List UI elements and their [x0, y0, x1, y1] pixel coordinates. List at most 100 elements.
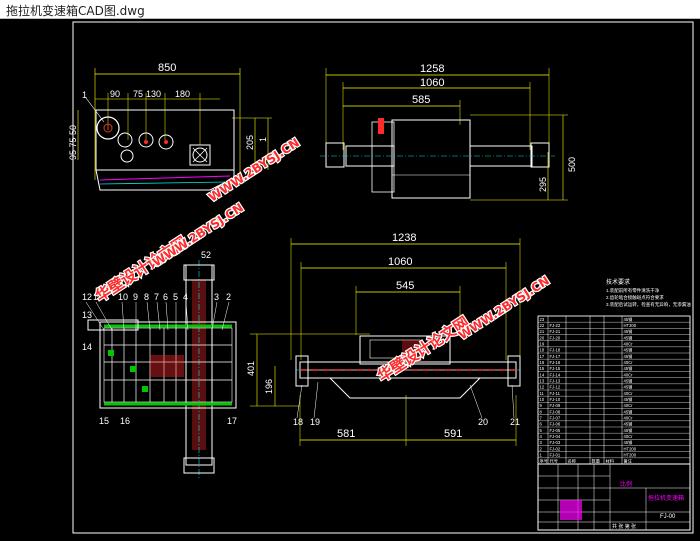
dim-500: 500: [567, 157, 577, 172]
title-block-name: 拖拉机变速箱: [648, 494, 684, 502]
bom-cell: FJ-17: [550, 354, 561, 359]
bom-table: 23 45钢22 FJ-22 HT20021 FJ-21 45钢20 FJ-20 45钢19 4…: [537, 315, 691, 465]
cad-drawing-canvas[interactable]: 850 90 75 130 180 95 75 50 1 205 1 1258 …: [0, 19, 700, 537]
bom-cell: 16: [540, 360, 545, 365]
label-18: 18: [293, 417, 303, 427]
dim-850: 850: [158, 62, 176, 74]
label-12: 12: [82, 292, 92, 302]
bom-cell: 14: [540, 372, 545, 377]
bom-cell: 40Cr: [624, 391, 634, 396]
bom-cell: 8: [540, 409, 543, 414]
dim-591: 591: [444, 428, 462, 440]
bom-cell: 11: [540, 391, 545, 396]
label-19: 19: [310, 417, 320, 427]
bom-cell: 18: [540, 348, 545, 353]
bom-cell: 15: [540, 366, 545, 371]
dim-205: 205: [245, 135, 255, 150]
bom-cell: 45钢: [624, 408, 633, 415]
dim-545: 545: [396, 280, 414, 292]
bom-cell: 6: [540, 422, 543, 427]
dim-1060: 1060: [388, 256, 412, 268]
bom-cell: 45钢: [624, 439, 633, 446]
bom-cell: 19: [540, 341, 545, 346]
dim-581: 581: [337, 428, 355, 440]
label-6: 6: [163, 292, 168, 302]
dim-180: 180: [175, 89, 190, 99]
bom-cell: FJ-06: [550, 422, 561, 427]
dim-401: 401: [246, 361, 256, 376]
dim-130: 130: [146, 89, 161, 99]
bom-cell: 45钢: [624, 334, 633, 341]
bom-cell: 45钢: [624, 316, 633, 323]
bom-cell: 45钢: [624, 427, 633, 434]
dim-75: 75: [133, 89, 143, 99]
title-block-code: FJ-00: [660, 514, 676, 520]
bom-cell: 40Cr: [624, 341, 634, 346]
dim-1258: 1258: [420, 63, 444, 75]
label-20: 20: [478, 417, 488, 427]
bom-cell: 45钢: [624, 396, 633, 403]
bom-cell: 40Cr: [624, 415, 634, 420]
bom-cell: 40Cr: [624, 403, 634, 408]
tech-notes-title: 技术要求: [606, 278, 630, 286]
label-7: 7: [154, 292, 159, 302]
bom-cell: FJ-03: [550, 440, 561, 445]
bom-cell: FJ-05: [550, 428, 561, 433]
title-block: 比例 拖拉机变速箱 FJ-00 共 张 第 张: [537, 463, 691, 531]
bom-cell: 45钢: [624, 328, 633, 335]
bom-cell: 10: [540, 397, 545, 402]
bom-cell: 3: [540, 440, 543, 445]
bom-cell: 45钢: [624, 353, 633, 360]
bom-cell: 9: [540, 403, 543, 408]
bom-cell: HT200: [624, 446, 637, 451]
bom-cell: 45钢: [624, 421, 633, 428]
bom-cell: FJ-07: [550, 415, 561, 420]
label-5: 5: [173, 292, 178, 302]
bom-cell: 23: [540, 317, 545, 322]
window-title: 拖拉机变速箱CAD图.dwg: [6, 4, 145, 18]
bom-cell: 12: [540, 385, 545, 390]
dim-90: 90: [110, 89, 120, 99]
label-2: 2: [226, 292, 231, 302]
watermark-url-left: WWW.2BYSJ.CN: [150, 200, 246, 269]
title-block-sheet: 共 张 第 张: [612, 523, 636, 530]
cad-drawing[interactable]: 850 90 75 130 180 95 75 50 1 205 1 1258 …: [0, 19, 700, 537]
watermarks: 华壁设计论文网 WWW.2BYSJ.CN WWW.2BYSJ.CN 华壁设计论文…: [91, 134, 553, 386]
bom-cell: FJ-08: [550, 409, 561, 414]
tech-note-1: 1.装配前所有零件清洗干净: [606, 287, 660, 294]
watermark-url-right: WWW.2BYSJ.CN: [456, 273, 552, 342]
bom-cell: 5: [540, 428, 543, 433]
title-block-code-label: 比例: [620, 480, 632, 488]
bom-cell: FJ-01: [550, 452, 561, 457]
bom-cell: FJ-15: [550, 366, 561, 371]
bottom-middle-view: 1238 1060 545 401 196 581 591 18 19 20 2…: [246, 232, 521, 446]
bom-cell: HT200: [624, 323, 637, 328]
bom-cell: 22: [540, 323, 545, 328]
tech-note-3: 3.装配后试运转，检查有无异响，无渗漏油: [606, 301, 691, 308]
bom-cell: 40Cr: [624, 372, 634, 377]
bom-cell: FJ-12: [550, 385, 561, 390]
bom-cell: 7: [540, 415, 543, 420]
window-titlebar: 拖拉机变速箱CAD图.dwg: [0, 0, 700, 19]
bom-cell: 4: [540, 434, 543, 439]
bom-cell: FJ-14: [550, 372, 561, 377]
bom-cell: 2: [540, 446, 543, 451]
label-4: 4: [183, 292, 188, 302]
bom-cell: FJ-21: [550, 329, 561, 334]
bom-cell: FJ-20: [550, 335, 561, 340]
label-52: 52: [201, 250, 211, 260]
label-9: 9: [133, 292, 138, 302]
dim-1060: 1060: [420, 77, 444, 89]
bom-cell: 45钢: [624, 377, 633, 384]
watermark-cn-right: 华壁设计论文网: [374, 313, 472, 385]
bom-cell: 40Cr: [624, 360, 634, 365]
label-17: 17: [227, 416, 237, 426]
bom-cell: 40Cr: [624, 434, 634, 439]
bom-cell: FJ-13: [550, 378, 561, 383]
bom-cell: 45钢: [624, 365, 633, 372]
bom-cell: 13: [540, 378, 545, 383]
bom-cell: 1: [540, 452, 543, 457]
dim-95-75-50: 95 75 50: [68, 125, 78, 160]
label-16: 16: [120, 416, 130, 426]
bom-cell: FJ-10: [550, 397, 561, 402]
